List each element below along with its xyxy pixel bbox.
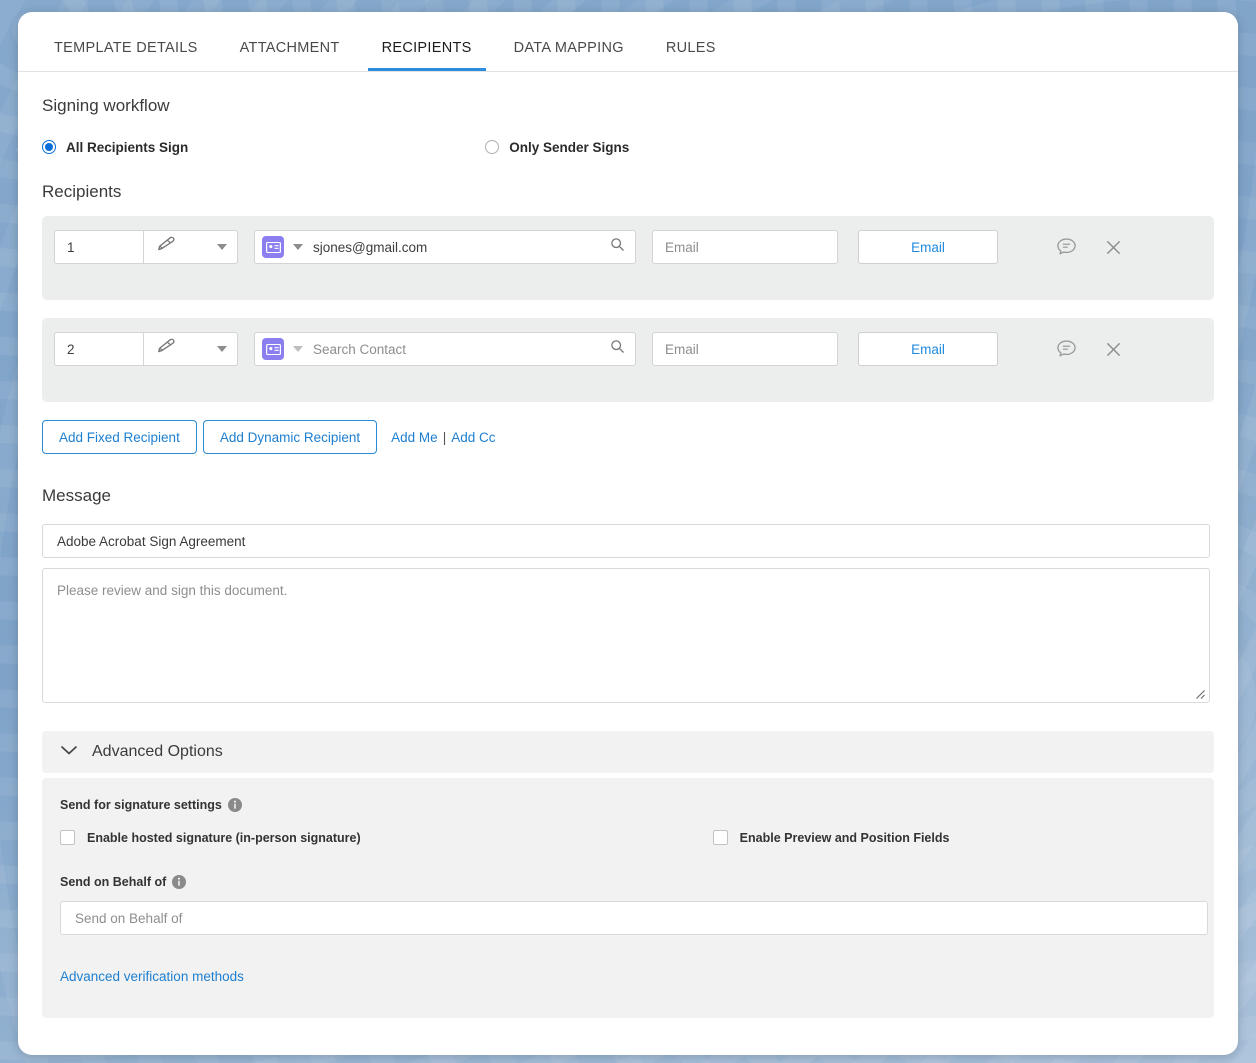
radio-only-sender-signs-indicator[interactable] — [485, 140, 500, 154]
checkbox-preview-position-fields[interactable]: Enable Preview and Position Fields — [712, 830, 950, 845]
radio-all-recipients-sign-indicator[interactable] — [42, 140, 56, 154]
recipient-actions: Add Fixed Recipient Add Dynamic Recipien… — [42, 420, 1214, 454]
comment-bubble-icon[interactable] — [1056, 237, 1077, 257]
signature-settings-label-text: Send for signature settings — [60, 798, 222, 812]
advanced-verification-methods-link[interactable]: Advanced verification methods — [60, 969, 244, 984]
info-icon[interactable] — [172, 875, 187, 889]
radio-all-recipients-sign[interactable]: All Recipients Sign — [42, 140, 188, 155]
recipients-panel: Signing workflow All Recipients Sign Onl… — [18, 96, 1238, 1018]
recipient-delivery-method-button[interactable]: Email — [858, 230, 998, 264]
remove-recipient-close-icon[interactable] — [1105, 341, 1122, 358]
add-fixed-recipient-button[interactable]: Add Fixed Recipient — [42, 420, 197, 454]
signature-settings-checkboxes: Enable hosted signature (in-person signa… — [60, 830, 1196, 845]
recipient-email-input[interactable]: Email — [652, 332, 838, 366]
advanced-options-title: Advanced Options — [92, 743, 223, 760]
recipient-email-input[interactable]: Email — [652, 230, 838, 264]
send-on-behalf-label-text: Send on Behalf of — [60, 875, 167, 889]
add-me-link[interactable]: Add Me — [391, 430, 438, 445]
checkbox-hosted-signature-label: Enable hosted signature (in-person signa… — [87, 830, 361, 845]
chevron-down-icon — [217, 346, 227, 352]
search-icon[interactable] — [610, 237, 625, 257]
checkbox-preview-position-fields-box[interactable] — [712, 830, 728, 845]
signing-workflow-options: All Recipients Sign Only Sender Signs — [42, 136, 1214, 158]
tab-attachment[interactable]: ATTACHMENT — [226, 40, 354, 71]
add-cc-link[interactable]: Add Cc — [451, 430, 495, 445]
comment-bubble-icon[interactable] — [1056, 339, 1077, 359]
tab-data-mapping[interactable]: DATA MAPPING — [500, 40, 638, 71]
resize-handle-icon[interactable] — [1192, 686, 1206, 700]
tab-bar: TEMPLATE DETAILS ATTACHMENT RECIPIENTS D… — [18, 12, 1238, 72]
contact-type-chevron-down-icon[interactable] — [293, 244, 303, 250]
message-body-placeholder: Please review and sign this document. — [57, 583, 288, 598]
recipient-order-input[interactable]: 1 — [54, 230, 144, 264]
template-editor-card: TEMPLATE DETAILS ATTACHMENT RECIPIENTS D… — [18, 12, 1238, 1055]
recipient-quick-links: Add Me | Add Cc — [391, 430, 495, 445]
recipient-contact-field[interactable]: sjones@gmail.com — [254, 230, 636, 264]
message-body-textarea[interactable]: Please review and sign this document. — [42, 568, 1210, 703]
radio-all-recipients-sign-label: All Recipients Sign — [66, 139, 189, 155]
tab-recipients[interactable]: RECIPIENTS — [367, 40, 486, 71]
contact-card-icon — [262, 236, 284, 258]
recipient-contact-field[interactable]: Search Contact — [254, 332, 636, 366]
remove-recipient-close-icon[interactable] — [1105, 239, 1122, 256]
advanced-options-body: Send for signature settings Enable hoste… — [42, 778, 1214, 1018]
recipient-contact-value: sjones@gmail.com — [313, 239, 428, 255]
search-icon[interactable] — [610, 339, 625, 359]
link-separator: | — [442, 429, 447, 445]
signature-settings-label: Send for signature settings — [60, 798, 1196, 812]
chevron-down-icon — [217, 244, 227, 250]
recipient-row-actions — [1056, 230, 1122, 264]
checkbox-hosted-signature[interactable]: Enable hosted signature (in-person signa… — [60, 830, 361, 845]
table-row: 2 Search Contact Email Email — [42, 318, 1214, 402]
send-on-behalf-input[interactable]: Send on Behalf of — [60, 901, 1208, 935]
checkbox-hosted-signature-box[interactable] — [60, 830, 75, 845]
recipient-role-dropdown[interactable] — [144, 332, 238, 366]
contact-card-icon — [262, 338, 284, 360]
info-icon[interactable] — [227, 798, 242, 812]
tab-rules[interactable]: RULES — [652, 40, 730, 71]
tab-template-details[interactable]: TEMPLATE DETAILS — [40, 40, 212, 71]
radio-only-sender-signs[interactable]: Only Sender Signs — [485, 140, 629, 155]
message-subject-input[interactable]: Adobe Acrobat Sign Agreement — [42, 524, 1210, 558]
recipient-order-input[interactable]: 2 — [54, 332, 144, 366]
recipients-list: 1 sjones@gmail.com Email Email 2 Search … — [42, 216, 1214, 402]
table-row: 1 sjones@gmail.com Email Email — [42, 216, 1214, 300]
recipient-delivery-method-button[interactable]: Email — [858, 332, 998, 366]
advanced-options-header[interactable]: Advanced Options — [42, 731, 1214, 773]
recipients-title: Recipients — [42, 182, 122, 201]
signature-pen-icon — [154, 235, 176, 260]
recipient-contact-value: Search Contact — [313, 341, 407, 357]
chevron-down-icon — [60, 743, 78, 761]
add-dynamic-recipient-button[interactable]: Add Dynamic Recipient — [202, 420, 378, 454]
message-title: Message — [42, 486, 111, 505]
contact-type-chevron-down-icon[interactable] — [293, 346, 303, 352]
recipient-role-dropdown[interactable] — [144, 230, 238, 264]
signing-workflow-title: Signing workflow — [42, 96, 170, 115]
radio-only-sender-signs-label: Only Sender Signs — [509, 139, 630, 155]
checkbox-preview-position-fields-label: Enable Preview and Position Fields — [739, 830, 950, 845]
signature-pen-icon — [154, 337, 176, 362]
send-on-behalf-label: Send on Behalf of — [60, 875, 1196, 889]
recipient-row-actions — [1056, 332, 1122, 366]
